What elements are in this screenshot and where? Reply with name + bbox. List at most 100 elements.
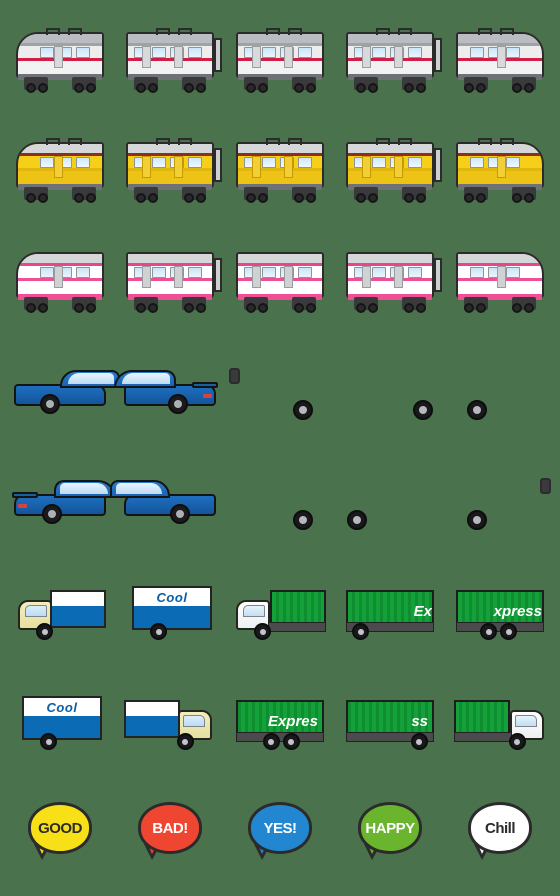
sports-car-front-half-left-art	[14, 354, 120, 426]
speech-bubble-happy[interactable]: HAPPY	[335, 775, 445, 885]
train-tail-car-right-art	[454, 24, 546, 96]
train-middle-car-coupled-art	[124, 24, 222, 96]
speech-bubble-chill[interactable]: Chill	[445, 775, 555, 885]
container-brand-label: ss	[411, 713, 428, 730]
train-tail-car-right[interactable]	[445, 5, 555, 115]
sports-car-front-half-right[interactable]	[110, 445, 225, 555]
train-car-body	[16, 252, 104, 298]
pink-train-head-car-left-art	[14, 244, 106, 316]
speech-bubble-yes[interactable]: YES!	[225, 775, 335, 885]
speech-bubble-body: Chill	[468, 802, 532, 854]
speech-bubble-text: BAD!	[152, 819, 188, 837]
speech-bubble-text: YES!	[263, 819, 297, 837]
truck-brand-label: Cool	[156, 590, 188, 605]
express-trailer-rear-left[interactable]: xpress	[445, 555, 555, 665]
train-middle-car-coupled-2[interactable]	[335, 5, 445, 115]
cool-truck-cab-right-art	[124, 684, 216, 756]
bus-front-half-left[interactable]	[225, 335, 335, 445]
yellow-train-tail-car-right[interactable]	[445, 115, 555, 225]
container-brand-label: xpress	[493, 603, 542, 620]
shipping-container: xpress	[456, 590, 544, 624]
cool-truck-box-left[interactable]: Cool	[115, 555, 225, 665]
train-car-body	[126, 252, 214, 298]
train-head-car-left-art	[14, 24, 106, 96]
shipping-container: Ex	[346, 590, 434, 624]
train-middle-car-coupled[interactable]	[115, 5, 225, 115]
express-trailer-front-right[interactable]: ss	[335, 665, 445, 775]
cool-truck-box-right-art: Cool	[14, 684, 106, 756]
express-truck-cab-left-art	[234, 574, 326, 646]
express-truck-cab-right-art	[454, 684, 546, 756]
speech-bubble-body: BAD!	[138, 802, 202, 854]
train-car-body	[126, 142, 214, 188]
cool-truck-cab-right[interactable]	[115, 665, 225, 775]
sports-car-front-half-left[interactable]	[5, 335, 120, 445]
sports-car-rear-half-left-art	[114, 354, 218, 426]
speech-bubble-good-art: GOOD	[14, 794, 106, 866]
yellow-train-head-car-left-art	[14, 134, 106, 206]
express-trailer-front-left[interactable]: Ex	[335, 555, 445, 665]
bus-front-half-right[interactable]	[445, 445, 555, 555]
bus-middle-section-left-art	[344, 354, 436, 426]
emoji-sticker-sheet: Cool Ex xpress Cool Expres ss GOOD BAD! YES! HAPP…	[0, 0, 560, 896]
speech-bubble-chill-art: Chill	[454, 794, 546, 866]
refrigerated-box	[124, 700, 180, 738]
bus-middle-section-left[interactable]	[335, 335, 445, 445]
train-car-body	[236, 142, 324, 188]
yellow-train-head-car-left[interactable]	[5, 115, 115, 225]
bus-front-half-left-art	[229, 354, 326, 426]
yellow-train-middle-car-art	[234, 134, 326, 206]
express-trailer-front-left-art: Ex	[344, 574, 436, 646]
bus-rear-half-right-art	[234, 464, 326, 536]
pink-train-middle-car-coupled-2[interactable]	[335, 225, 445, 335]
pink-train-middle-car-coupled[interactable]	[115, 225, 225, 335]
yellow-train-tail-car-right-art	[454, 134, 546, 206]
yellow-train-middle-car-coupled-2[interactable]	[335, 115, 445, 225]
shipping-container: Expres	[236, 700, 324, 734]
train-head-car-left[interactable]	[5, 5, 115, 115]
yellow-train-middle-car[interactable]	[225, 115, 335, 225]
container-brand-label: Expres	[267, 713, 318, 730]
cool-truck-box-left-art: Cool	[124, 574, 216, 646]
pink-train-middle-car-art	[234, 244, 326, 316]
train-car-body	[236, 252, 324, 298]
express-truck-cab-left[interactable]	[225, 555, 335, 665]
train-car-body	[346, 252, 434, 298]
speech-bubble-body: HAPPY	[358, 802, 422, 854]
express-truck-cab-right[interactable]	[445, 665, 555, 775]
train-car-body	[456, 252, 544, 298]
express-trailer-rear-right-art: Expres	[234, 684, 326, 756]
sports-car-rear-half-right-art	[12, 464, 116, 536]
bus-rear-half-right[interactable]	[225, 445, 335, 555]
refrigerated-box: Cool	[132, 586, 212, 630]
refrigerated-box	[50, 590, 106, 628]
sports-car-rear-half-right[interactable]	[5, 445, 116, 555]
sports-car-rear-half-left[interactable]	[114, 335, 225, 445]
train-middle-car-art	[234, 24, 326, 96]
train-car-body	[16, 32, 104, 78]
train-middle-car[interactable]	[225, 5, 335, 115]
speech-bubble-body: YES!	[248, 802, 312, 854]
train-car-body	[346, 142, 434, 188]
bus-rear-half-left[interactable]	[445, 335, 555, 445]
pink-train-middle-car[interactable]	[225, 225, 335, 335]
speech-bubble-good[interactable]: GOOD	[5, 775, 115, 885]
container-brand-label: Ex	[413, 603, 432, 620]
speech-bubble-text: HAPPY	[365, 819, 415, 837]
speech-bubble-body: GOOD	[28, 802, 92, 854]
pink-train-tail-car-right[interactable]	[445, 225, 555, 335]
train-car-body	[236, 32, 324, 78]
cool-truck-box-right[interactable]: Cool	[5, 665, 115, 775]
bus-front-half-right-art	[454, 464, 551, 536]
bus-middle-section-right[interactable]	[335, 445, 445, 555]
express-trailer-rear-right[interactable]: Expres	[225, 665, 335, 775]
yellow-train-middle-car-coupled[interactable]	[115, 115, 225, 225]
train-car-body	[126, 32, 214, 78]
cool-truck-cab-left[interactable]	[5, 555, 115, 665]
bus-middle-section-right-art	[344, 464, 436, 536]
shipping-container: ss	[346, 700, 434, 734]
pink-train-head-car-left[interactable]	[5, 225, 115, 335]
speech-bubble-text: GOOD	[38, 819, 82, 837]
speech-bubble-bad[interactable]: BAD!	[115, 775, 225, 885]
train-middle-car-coupled-2-art	[344, 24, 442, 96]
